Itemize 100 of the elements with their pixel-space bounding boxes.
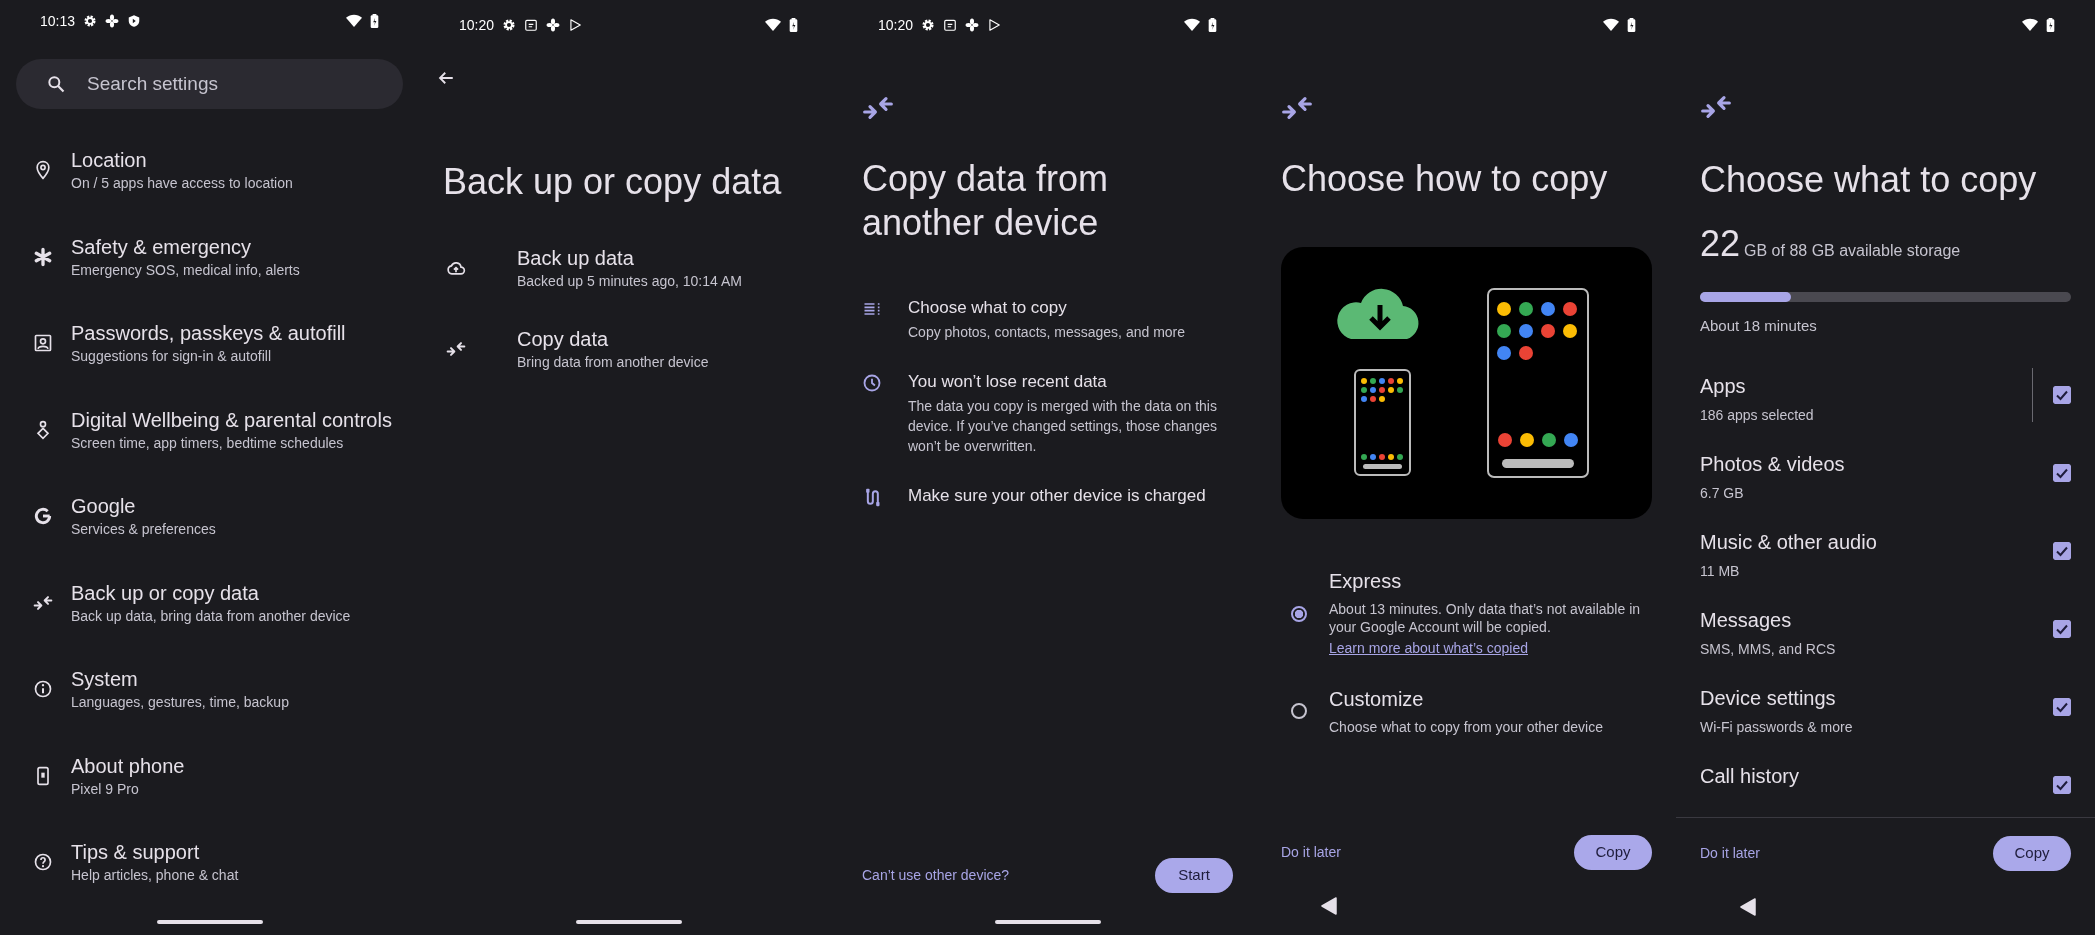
page-title: Choose how to copy	[1281, 157, 1609, 201]
page-title: Copy data from another device	[862, 157, 1110, 245]
item-title: About phone	[71, 753, 185, 779]
checkbox[interactable]	[2053, 464, 2071, 483]
item-subtitle: On / 5 apps have access to location	[71, 174, 293, 194]
wifi-icon	[1184, 18, 1200, 32]
radio-button[interactable]	[1291, 606, 1307, 622]
settings-item[interactable]: Tips & support Help articles, phone & chat	[0, 819, 419, 906]
home-handle[interactable]	[994, 920, 1101, 924]
fan-icon	[105, 14, 120, 29]
item-title: System	[71, 667, 139, 693]
settings-item[interactable]: Safety & emergency Emergency SOS, medical info, alerts	[0, 213, 419, 301]
item-title: Location	[71, 148, 148, 174]
settings-item[interactable]: System Languages, gestures, time, backup	[0, 646, 419, 733]
checkbox-item[interactable]: Messages SMS, MMS, and RCS	[1676, 591, 2095, 670]
item-subtitle: Bring data from another device	[517, 352, 709, 372]
settings-item[interactable]: Google Services & preferences	[0, 473, 419, 560]
settings-item[interactable]: About phone Pixel 9 Pro	[0, 732, 419, 820]
item-title: You won’t lose recent data	[908, 371, 1108, 393]
storage-amount: 22	[1700, 222, 1741, 267]
play-icon	[987, 18, 1002, 32]
item-title: Digital Wellbeing & parental controls	[71, 407, 392, 433]
back-arrow-icon[interactable]	[437, 69, 455, 87]
option-description: About 13 minutes. Only data that’s not available in your Google Account will be copied.	[1329, 600, 1642, 636]
status-time: 10:20	[459, 15, 495, 35]
item-title: Choose what to copy	[908, 297, 1068, 319]
item-title: Google	[71, 494, 137, 520]
wifi-icon	[346, 14, 362, 29]
checkbox-item[interactable]: Music & other audio 11 MB	[1676, 513, 2095, 592]
item-description: Copy photos, contacts, messages, and more	[908, 323, 1186, 342]
wifi-icon	[1603, 18, 1619, 32]
battery-icon	[1627, 18, 1636, 32]
settings-item[interactable]: Back up data Backed up 5 minutes ago, 10:14 AM	[419, 227, 838, 308]
checkbox-item[interactable]: Call history	[1676, 747, 2095, 817]
radio-button[interactable]	[1291, 703, 1307, 719]
item-title: Device settings	[1700, 686, 1837, 712]
person-card-icon	[33, 333, 53, 354]
learn-more-link[interactable]: Learn more about what’s copied	[1329, 640, 1528, 656]
item-title: Passwords, passkeys & autofill	[71, 321, 346, 347]
settings-item[interactable]: Passwords, passkeys & autofill Suggestions for sign-in & autofill	[0, 300, 419, 387]
item-title: Music & other audio	[1700, 530, 1878, 556]
item-subtitle: Wi-Fi passwords & more	[1700, 718, 1854, 738]
item-title: Copy data	[517, 326, 610, 352]
settings-icon	[83, 14, 98, 29]
checkbox[interactable]	[2053, 386, 2071, 405]
search-field[interactable]: Search settings	[16, 59, 403, 110]
checkbox[interactable]	[2053, 776, 2071, 795]
item-title: Messages	[1700, 608, 1793, 634]
option-description: Choose what to copy from your other device	[1329, 718, 1603, 736]
battery-icon	[1208, 18, 1217, 32]
help-link[interactable]: Can’t use other device?	[862, 864, 1010, 886]
item-subtitle: Pixel 9 Pro	[71, 779, 140, 799]
item-title: Safety & emergency	[71, 234, 253, 260]
fan-icon	[546, 18, 561, 32]
settings-item[interactable]: Location On / 5 apps have access to location	[0, 127, 419, 214]
checkbox[interactable]	[2053, 542, 2071, 561]
status-time: 10:13	[40, 11, 76, 31]
checkbox-item[interactable]: Apps 186 apps selected	[1676, 357, 2095, 436]
copy-button[interactable]: Copy	[1993, 835, 2071, 871]
battery-icon	[2046, 17, 2055, 32]
item-title: Tips & support	[71, 840, 201, 866]
checkbox-item[interactable]: Device settings Wi-Fi passwords & more	[1676, 669, 2095, 748]
item-subtitle: Screen time, app timers, bedtime schedules	[71, 433, 345, 453]
item-title: Photos & videos	[1700, 452, 1846, 478]
settings-item[interactable]: Back up or copy data Back up data, bring data from another device	[0, 559, 419, 647]
status-time: 10:20	[878, 15, 914, 35]
item-subtitle: Emergency SOS, medical info, alerts	[71, 260, 300, 280]
back-icon[interactable]	[1321, 897, 1337, 915]
later-button[interactable]: Do it later	[1281, 841, 1341, 863]
page-title: Choose what to copy	[1700, 158, 2038, 203]
checkbox[interactable]	[2053, 698, 2071, 717]
shield-icon	[127, 14, 142, 29]
calendar-icon	[524, 18, 539, 32]
settings-item[interactable]: Copy data Bring data from another device	[419, 308, 838, 389]
back-icon[interactable]	[1740, 897, 1756, 916]
settings-item[interactable]: Digital Wellbeing & parental controls Screen time, app timers, bedtime schedules	[0, 386, 419, 474]
page-title: Back up or copy data	[443, 160, 783, 204]
checkbox[interactable]	[2053, 620, 2071, 639]
item-subtitle: Suggestions for sign-in & autofill	[71, 347, 272, 367]
item-title: Make sure your other device is charged	[908, 485, 1206, 507]
item-title: Call history	[1700, 764, 1800, 790]
wifi-icon	[765, 18, 781, 32]
item-subtitle: Back up data, bring data from another device	[71, 606, 351, 626]
battery-icon	[789, 18, 798, 32]
home-handle[interactable]	[156, 920, 263, 924]
start-button[interactable]: Start	[1155, 857, 1233, 893]
play-icon	[568, 18, 583, 32]
location-pin-icon	[33, 160, 53, 181]
radio-option[interactable]: Express About 13 minutes. Only data that’s not available in your Google Account will be copied. Learn more about what’s copied	[1257, 568, 1676, 660]
item-subtitle: 11 MB	[1700, 562, 1741, 582]
later-button[interactable]: Do it later	[1700, 842, 1760, 864]
option-title: Customize	[1329, 687, 1425, 712]
clock-icon	[862, 373, 882, 393]
home-handle[interactable]	[575, 920, 682, 924]
info-icon	[33, 679, 53, 700]
checkbox-item[interactable]: Photos & videos 6.7 GB	[1676, 435, 2095, 514]
copy-button[interactable]: Copy	[1574, 834, 1652, 870]
radio-option[interactable]: Customize Choose what to copy from your other device	[1257, 686, 1676, 736]
item-subtitle: Help articles, phone & chat	[71, 866, 239, 886]
asterisk-icon	[33, 246, 53, 267]
